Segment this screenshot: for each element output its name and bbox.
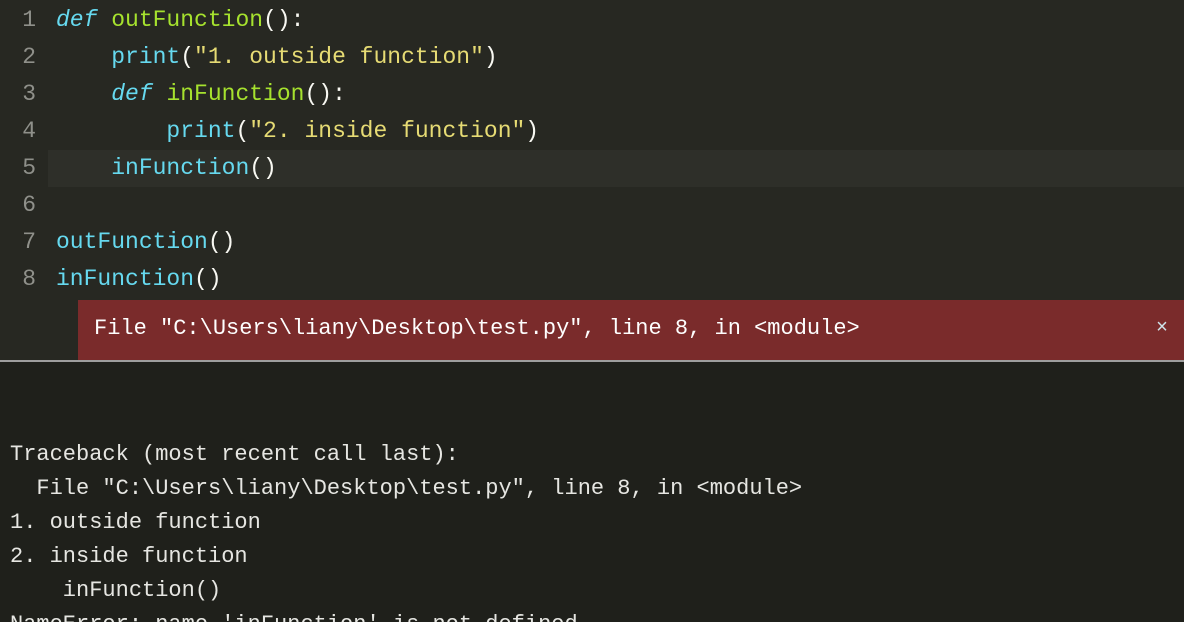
console-line: Traceback (most recent call last):: [10, 438, 1172, 472]
console-line: File "C:\Users\liany\Desktop\test.py", l…: [10, 472, 1172, 506]
inline-error-banner: File "C:\Users\liany\Desktop\test.py", l…: [78, 300, 1184, 360]
console-line: 2. inside function: [10, 540, 1172, 574]
line-number: 8: [8, 261, 36, 298]
line-number: 6: [8, 187, 36, 224]
error-text: File "C:\Users\liany\Desktop\test.py", l…: [94, 313, 860, 345]
code-line[interactable]: inFunction(): [56, 150, 1184, 187]
console-line: NameError: name 'inFunction' is not defi…: [10, 608, 1172, 622]
console-line: 1. outside function: [10, 506, 1172, 540]
code-line[interactable]: def outFunction():: [56, 2, 1184, 39]
line-number-gutter: 12345678: [0, 0, 48, 300]
line-number: 3: [8, 76, 36, 113]
code-editor[interactable]: 12345678 def outFunction(): print("1. ou…: [0, 0, 1184, 300]
code-area[interactable]: def outFunction(): print("1. outside fun…: [48, 0, 1184, 300]
line-number: 1: [8, 2, 36, 39]
line-number: 5: [8, 150, 36, 187]
close-icon[interactable]: ×: [1136, 313, 1168, 345]
code-line[interactable]: def inFunction():: [56, 76, 1184, 113]
line-number: 7: [8, 224, 36, 261]
code-line[interactable]: [56, 187, 1184, 224]
console-line: inFunction(): [10, 574, 1172, 608]
code-line[interactable]: inFunction(): [56, 261, 1184, 298]
code-line[interactable]: outFunction(): [56, 224, 1184, 261]
line-number: 2: [8, 39, 36, 76]
line-number: 4: [8, 113, 36, 150]
code-line[interactable]: print("1. outside function"): [56, 39, 1184, 76]
console-output[interactable]: Traceback (most recent call last): File …: [0, 362, 1184, 622]
code-line[interactable]: print("2. inside function"): [56, 113, 1184, 150]
